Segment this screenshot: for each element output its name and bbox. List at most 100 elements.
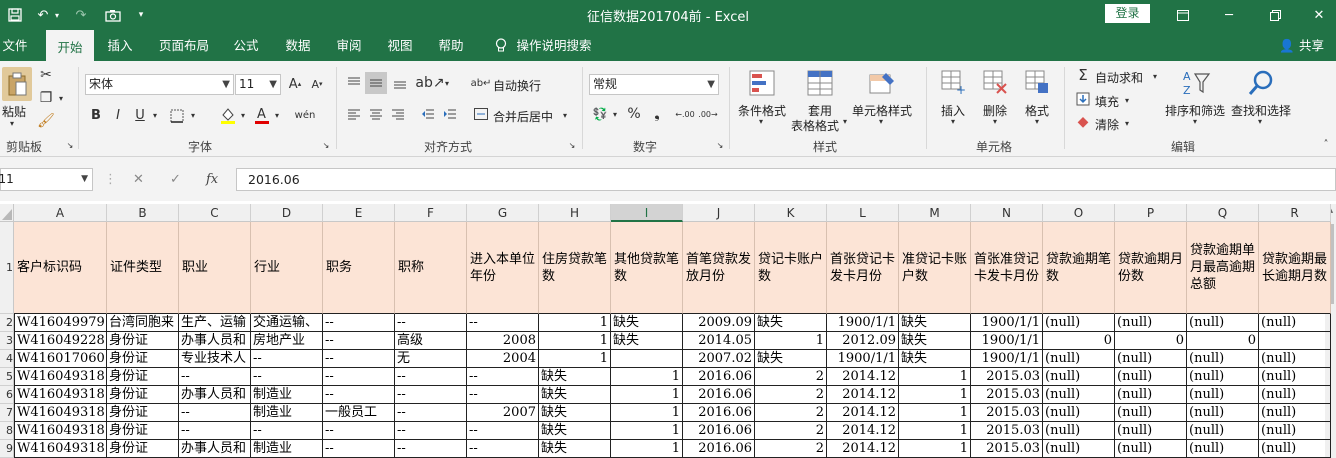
column-header-f[interactable]: F bbox=[395, 204, 467, 222]
column-header-m[interactable]: M bbox=[899, 204, 971, 222]
row-header-4[interactable]: 4 bbox=[0, 350, 14, 368]
table-cell[interactable]: 1 bbox=[755, 332, 827, 350]
table-cell[interactable]: 1 bbox=[899, 368, 971, 386]
row-header-3[interactable]: 3 bbox=[0, 332, 14, 350]
table-cell[interactable]: 制造业 bbox=[251, 440, 323, 458]
sort-filter-icon[interactable]: AZ bbox=[1180, 67, 1212, 99]
table-cell[interactable]: -- bbox=[395, 440, 467, 458]
number-launcher-icon[interactable]: ↘ bbox=[716, 141, 724, 150]
table-cell[interactable]: (null) bbox=[1115, 350, 1187, 368]
table-cell[interactable]: 制造业 bbox=[251, 386, 323, 404]
table-cell[interactable]: 2015.03 bbox=[971, 368, 1043, 386]
fill-dropdown-icon[interactable]: ▾ bbox=[1122, 93, 1132, 107]
table-cell[interactable]: W416049979 bbox=[14, 314, 107, 332]
header-cell[interactable]: 客户标识码 bbox=[14, 222, 107, 314]
delete-cells-icon[interactable] bbox=[980, 67, 1010, 97]
table-cell[interactable]: 缺失 bbox=[899, 350, 971, 368]
column-header-a[interactable]: A bbox=[14, 204, 107, 222]
tab-help[interactable]: 帮助 bbox=[435, 30, 467, 61]
table-cell[interactable]: 1900/1/1 bbox=[827, 350, 899, 368]
close-icon[interactable]: ✕ bbox=[1296, 0, 1336, 30]
column-header-i[interactable]: I bbox=[611, 204, 683, 222]
column-header-o[interactable]: O bbox=[1043, 204, 1115, 222]
clear-dropdown-icon[interactable]: ▾ bbox=[1122, 116, 1132, 130]
ribbon-display-icon[interactable] bbox=[1160, 0, 1206, 30]
header-cell[interactable]: 贷款逾期笔数 bbox=[1043, 222, 1115, 314]
table-cell[interactable]: -- bbox=[323, 386, 395, 404]
format-dropdown-icon[interactable]: ▾ bbox=[1032, 117, 1042, 126]
table-cell[interactable]: W416049318 bbox=[14, 422, 107, 440]
align-top-icon[interactable] bbox=[345, 74, 363, 92]
table-cell[interactable]: 2004 bbox=[467, 350, 539, 368]
select-all-corner[interactable] bbox=[0, 204, 14, 222]
fill-color-icon[interactable] bbox=[218, 105, 238, 125]
increase-font-icon[interactable]: A ▴ bbox=[287, 76, 303, 92]
column-header-e[interactable]: E bbox=[323, 204, 395, 222]
align-right-icon[interactable] bbox=[389, 105, 407, 123]
table-cell[interactable]: 1900/1/1 bbox=[971, 314, 1043, 332]
table-cell[interactable]: 2015.03 bbox=[971, 386, 1043, 404]
decrease-decimal-icon[interactable]: .00→ bbox=[698, 105, 718, 123]
row-header-5[interactable]: 5 bbox=[0, 368, 14, 386]
header-cell[interactable]: 贷款逾期月份数 bbox=[1115, 222, 1187, 314]
table-cell[interactable]: (null) bbox=[1187, 386, 1259, 404]
table-cell[interactable]: 办事人员和 bbox=[179, 386, 251, 404]
header-cell[interactable]: 首笔贷款发放月份 bbox=[683, 222, 755, 314]
name-box[interactable]: I11 ▼ bbox=[0, 168, 93, 191]
table-cell[interactable]: 办事人员和 bbox=[179, 440, 251, 458]
align-middle-icon[interactable] bbox=[365, 72, 387, 94]
insert-dropdown-icon[interactable]: ▾ bbox=[948, 117, 958, 126]
cell-styles-icon[interactable] bbox=[866, 67, 898, 99]
table-cell[interactable]: 2016.06 bbox=[683, 368, 755, 386]
underline-button[interactable]: U bbox=[132, 107, 148, 123]
table-cell[interactable]: -- bbox=[323, 350, 395, 368]
tab-home[interactable]: 开始 bbox=[46, 30, 94, 61]
table-cell[interactable]: 0 bbox=[1043, 332, 1115, 350]
orientation-dropdown-icon[interactable]: ▾ bbox=[442, 74, 452, 92]
table-cell[interactable]: 2015.03 bbox=[971, 440, 1043, 458]
table-cell[interactable]: 0 bbox=[1187, 332, 1259, 350]
table-cell[interactable]: 缺失 bbox=[755, 350, 827, 368]
table-cell[interactable]: 1 bbox=[539, 332, 611, 350]
row-header-7[interactable]: 7 bbox=[0, 404, 14, 422]
tab-review[interactable]: 审阅 bbox=[333, 30, 365, 61]
table-cell[interactable]: 交通运输、 bbox=[251, 314, 323, 332]
table-cell[interactable]: 2 bbox=[755, 368, 827, 386]
table-cell[interactable]: 2 bbox=[755, 440, 827, 458]
eraser-icon[interactable]: ◆ bbox=[1075, 114, 1091, 130]
table-cell[interactable]: W416049318 bbox=[14, 440, 107, 458]
header-cell[interactable]: 职称 bbox=[395, 222, 467, 314]
table-cell[interactable]: -- bbox=[467, 386, 539, 404]
header-cell[interactable]: 进入本单位年份 bbox=[467, 222, 539, 314]
table-cell[interactable]: (null) bbox=[1115, 368, 1187, 386]
tab-view[interactable]: 视图 bbox=[384, 30, 416, 61]
column-header-k[interactable]: K bbox=[755, 204, 827, 222]
copy-dropdown-icon[interactable]: ▾ bbox=[56, 90, 66, 106]
conditional-format-icon[interactable] bbox=[746, 67, 778, 99]
table-cell[interactable]: 一般员工 bbox=[323, 404, 395, 422]
table-cell[interactable]: (null) bbox=[1187, 350, 1259, 368]
table-cell[interactable]: (null) bbox=[1187, 314, 1259, 332]
table-cell[interactable]: 1900/1/1 bbox=[827, 314, 899, 332]
table-cell[interactable]: 缺失 bbox=[611, 332, 683, 350]
table-cell[interactable]: 2016.06 bbox=[683, 386, 755, 404]
table-cell[interactable]: 1900/1/1 bbox=[971, 332, 1043, 350]
login-button[interactable]: 登录 bbox=[1105, 4, 1150, 23]
copy-icon[interactable]: ❐ bbox=[38, 90, 54, 106]
table-cell[interactable]: 2 bbox=[755, 404, 827, 422]
table-cell[interactable]: -- bbox=[395, 368, 467, 386]
table-cell[interactable]: 2 bbox=[755, 422, 827, 440]
column-header-p[interactable]: P bbox=[1115, 204, 1187, 222]
table-cell[interactable]: 2014.12 bbox=[827, 386, 899, 404]
wrap-text-button[interactable]: 自动换行 bbox=[493, 77, 541, 94]
table-cell[interactable]: (null) bbox=[1115, 386, 1187, 404]
table-cell[interactable]: (null) bbox=[1259, 314, 1331, 332]
column-header-d[interactable]: D bbox=[251, 204, 323, 222]
column-header-g[interactable]: G bbox=[467, 204, 539, 222]
header-cell[interactable]: 证件类型 bbox=[107, 222, 179, 314]
table-cell[interactable]: -- bbox=[251, 368, 323, 386]
table-cell[interactable]: 身份证 bbox=[107, 332, 179, 350]
table-cell[interactable]: -- bbox=[323, 440, 395, 458]
table-cell[interactable]: -- bbox=[395, 314, 467, 332]
table-cell[interactable]: (null) bbox=[1043, 440, 1115, 458]
